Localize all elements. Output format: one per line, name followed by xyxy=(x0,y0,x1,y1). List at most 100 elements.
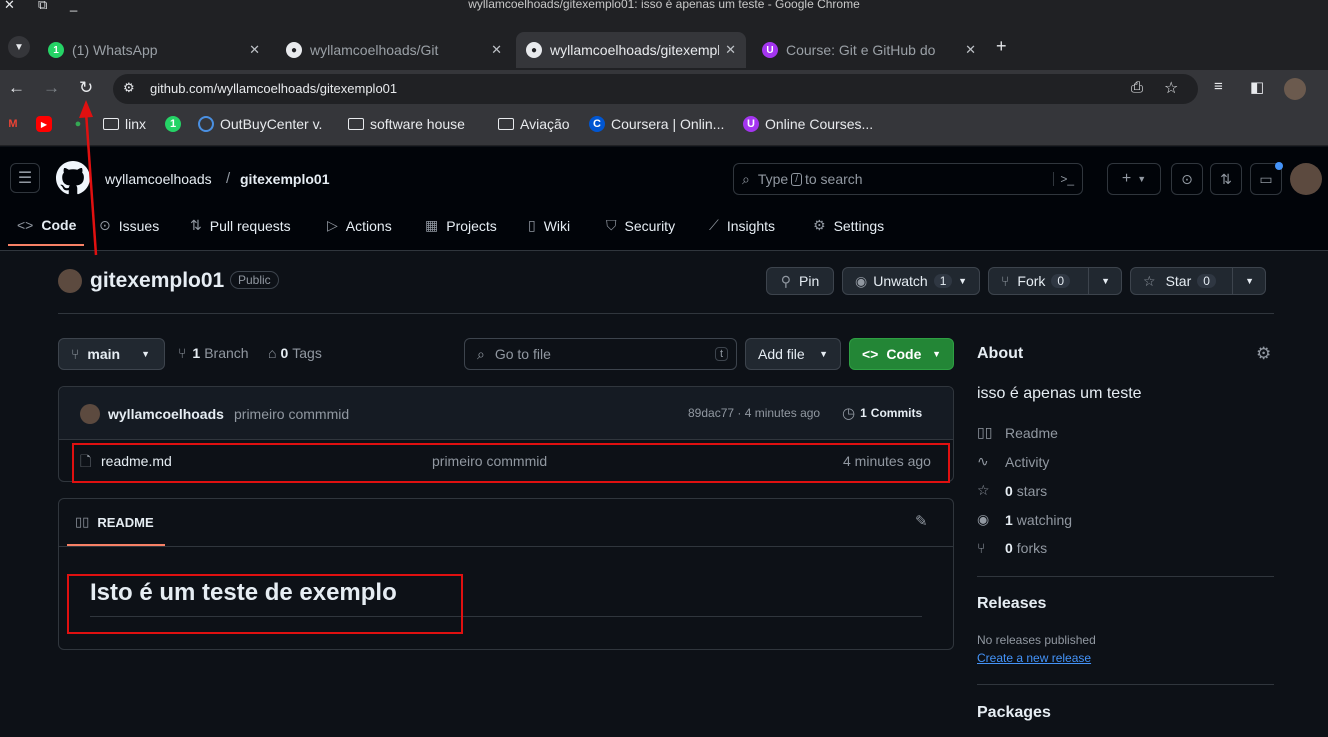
bookmark-label: linx xyxy=(125,116,147,132)
branch-selector[interactable]: ⑂ main ▼ xyxy=(58,338,165,370)
folder-icon xyxy=(498,118,514,130)
pull-requests-icon[interactable]: ⇅ xyxy=(1210,163,1242,195)
back-icon[interactable]: ← xyxy=(8,78,25,98)
branch-label: Branch xyxy=(204,345,249,361)
eye-icon: ◉ xyxy=(855,272,868,289)
repo-name[interactable]: gitexemplo01 xyxy=(90,269,224,293)
address-bar[interactable]: ⚙ github.com/wyllamcoelhoads/gitexemplo0… xyxy=(113,74,1198,104)
history-icon: ◷ xyxy=(842,405,856,422)
tab-github-gitexemplo01[interactable]: ● wyllamcoelhoads/gitexemplo01 ✕ xyxy=(516,32,746,68)
site-settings-icon[interactable]: ⚙ xyxy=(123,80,135,96)
readme-header: ▯▯ README ✎ xyxy=(59,499,953,547)
chevron-down-icon: ▼ xyxy=(1101,276,1110,286)
create-new-button[interactable]: + ▼ xyxy=(1107,163,1161,195)
tab-udemy-course[interactable]: U Course: Git e GitHub do ✕ xyxy=(752,32,986,68)
chevron-down-icon: ▼ xyxy=(1137,174,1147,184)
watch-count: 1 xyxy=(933,274,953,288)
close-tab-icon[interactable]: ✕ xyxy=(249,42,260,58)
bookmark-aviacao[interactable]: Aviação xyxy=(498,116,570,132)
bookmark-linx[interactable]: linx xyxy=(103,116,146,132)
go-to-file-input[interactable]: ⌕ Go to file t xyxy=(464,338,737,370)
commits-link[interactable]: ◷ 1 Commits xyxy=(842,404,922,422)
command-palette-icon[interactable]: >_ xyxy=(1053,172,1074,186)
whatsapp-bookmark[interactable]: 1 xyxy=(165,116,187,132)
side-panel-icon[interactable]: ◧ xyxy=(1250,78,1264,96)
maps-bookmark[interactable]: ● xyxy=(70,116,92,132)
tab-actions[interactable]: ▷ Actions xyxy=(327,217,392,234)
tab-whatsapp[interactable]: 1 (1) WhatsApp ✕ xyxy=(38,32,270,68)
tab-search-button[interactable]: ▼ xyxy=(8,36,30,58)
tab-insights[interactable]: ⟋ Insights xyxy=(709,217,775,234)
repo-link[interactable]: gitexemplo01 xyxy=(240,171,329,187)
unwatch-button[interactable]: ◉ Unwatch 1 ▼ xyxy=(842,267,980,295)
readme-link[interactable]: ▯▯ Readme xyxy=(977,424,1058,441)
tab-label: Course: Git e GitHub do xyxy=(786,42,936,58)
tab-security[interactable]: ⛉ Security xyxy=(606,217,675,234)
readme-tab[interactable]: ▯▯ README xyxy=(75,514,154,530)
hamburger-menu-icon[interactable]: ☰ xyxy=(10,163,40,193)
close-tab-icon[interactable]: ✕ xyxy=(965,42,976,58)
graph-icon: ⟋ xyxy=(709,217,719,233)
chevron-down-icon: ▼ xyxy=(1245,276,1254,286)
user-avatar[interactable] xyxy=(1290,163,1322,195)
star-button[interactable]: ☆ Star 0 ▼ xyxy=(1130,267,1266,295)
tab-settings[interactable]: ⚙ Settings xyxy=(813,217,884,234)
commit-sha-time[interactable]: 89dac77 · 4 minutes ago xyxy=(688,406,820,420)
forward-icon[interactable]: → xyxy=(43,78,60,98)
create-release-link[interactable]: Create a new release xyxy=(977,651,1091,665)
search-input[interactable]: ⌕ Type / to search >_ xyxy=(733,163,1083,195)
tab-github-git[interactable]: ● wyllamcoelhoads/Git ✕ xyxy=(276,32,512,68)
tab-pull-requests[interactable]: ⇅ Pull requests xyxy=(190,217,291,234)
tab-label: (1) WhatsApp xyxy=(72,42,158,58)
gmail-bookmark[interactable]: M xyxy=(5,116,27,132)
bookmark-star-icon[interactable]: ☆ xyxy=(1164,78,1178,98)
gmail-icon: M xyxy=(8,118,18,130)
code-button[interactable]: <> Code ▼ xyxy=(849,338,954,370)
install-app-icon[interactable]: ⎙ xyxy=(1131,79,1143,96)
releases-title[interactable]: Releases xyxy=(977,595,1046,613)
packages-title[interactable]: Packages xyxy=(977,704,1051,722)
notification-dot xyxy=(1275,162,1283,170)
branch-icon: ⑂ xyxy=(71,346,80,362)
star-icon: ☆ xyxy=(1143,272,1156,289)
reload-icon[interactable]: ↻ xyxy=(79,78,93,98)
pin-button[interactable]: ⚲ Pin xyxy=(766,267,834,295)
close-tab-icon[interactable]: ✕ xyxy=(491,42,502,58)
tab-issues[interactable]: ⊙ Issues xyxy=(99,217,159,234)
tab-label: Insights xyxy=(726,217,776,234)
tab-projects[interactable]: ▦ Projects xyxy=(425,217,497,234)
code-icon: <> xyxy=(862,346,879,362)
search-placeholder: to search xyxy=(804,171,863,187)
tab-code[interactable]: <> Code xyxy=(17,217,76,233)
fork-button[interactable]: ⑂ Fork 0 ▼ xyxy=(988,267,1122,295)
edit-pencil-icon[interactable]: ✎ xyxy=(915,512,928,530)
divider xyxy=(58,313,1274,314)
tags-link[interactable]: ⌂ 0 Tags xyxy=(268,345,322,361)
add-file-button[interactable]: Add file ▼ xyxy=(745,338,841,370)
bookmark-coursera[interactable]: C Coursera | Onlin... xyxy=(589,116,724,132)
owner-link[interactable]: wyllamcoelhoads xyxy=(105,171,212,187)
commit-author[interactable]: wyllamcoelhoads xyxy=(108,406,224,422)
close-tab-icon[interactable]: ✕ xyxy=(725,42,736,58)
forks-link[interactable]: ⑂ 0 forks xyxy=(977,540,1047,556)
github-logo-icon[interactable] xyxy=(56,161,90,195)
watching-link[interactable]: ◉ 1 watching xyxy=(977,511,1072,528)
gear-icon[interactable]: ⚙ xyxy=(1256,344,1271,364)
issues-icon[interactable]: ⊙ xyxy=(1171,163,1203,195)
stars-link[interactable]: ☆ 0 stars xyxy=(977,482,1047,499)
tab-label: Projects xyxy=(446,217,497,234)
url-text[interactable]: github.com/wyllamcoelhoads/gitexemplo01 xyxy=(150,81,397,96)
tab-wiki[interactable]: ▯ Wiki xyxy=(528,217,570,234)
profile-avatar[interactable] xyxy=(1284,78,1306,100)
bookmark-online-courses[interactable]: U Online Courses... xyxy=(743,116,873,132)
new-tab-button[interactable]: + xyxy=(996,36,1007,57)
bookmark-outbuycenter[interactable]: OutBuyCenter v. xyxy=(198,116,322,132)
branches-link[interactable]: ⑂ 1 Branch xyxy=(178,345,249,361)
bookmark-software-house[interactable]: software house xyxy=(348,116,465,132)
play-icon: ▷ xyxy=(327,217,338,233)
media-control-icon[interactable]: ≡ xyxy=(1214,78,1223,95)
activity-link[interactable]: ∿ Activity xyxy=(977,453,1049,470)
youtube-bookmark[interactable]: ▶ xyxy=(36,116,58,132)
pull-request-icon: ⇅ xyxy=(190,217,202,233)
commit-message[interactable]: primeiro commmid xyxy=(234,406,349,422)
